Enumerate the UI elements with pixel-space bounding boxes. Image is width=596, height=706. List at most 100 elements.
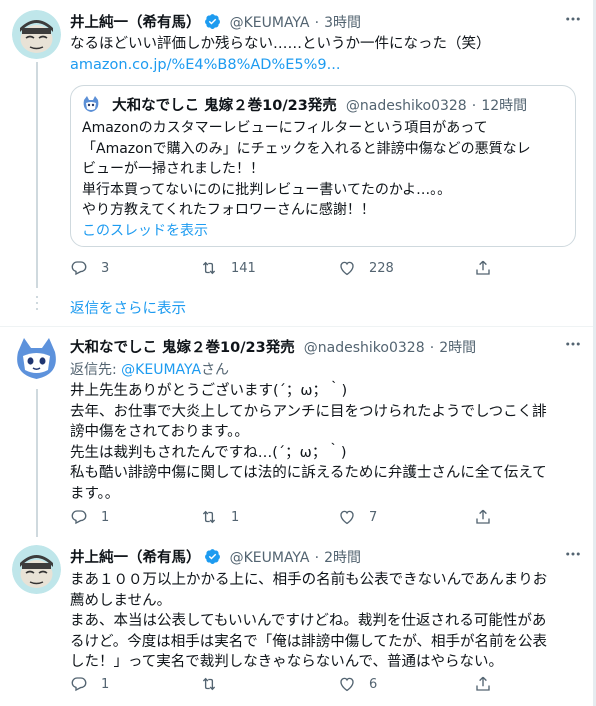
quoted-text-line: ビューが一掃されました！！ [82,161,264,177]
reply1-replying-to: 返信先: @KEUMAYAさん [70,359,229,379]
quoted-author-name: 大和なでしこ 鬼嫁２巻10/23発売 [112,98,337,114]
reply-count: 1 [101,509,110,525]
reply2-header: 井上純一（希有馬） @KEUMAYA · 2時間 [70,546,361,567]
reply1-header: 大和なでしこ 鬼嫁２巻10/23発売 @nadeshiko0328 · 2時間 [70,336,476,357]
quoted-header: 大和なでしこ 鬼嫁２巻10/23発売 @nadeshiko0328 · 12時間 [81,94,527,115]
like-button[interactable]: 6 [338,675,377,693]
reply2-actions: 1 6 [70,675,500,695]
quoted-text-line: Amazonのカスタマーレビューにフィルターという項目があって [82,120,488,136]
quoted-time: 12時間 [481,98,528,114]
thread-connector [36,62,38,288]
reply2-avatar[interactable] [12,545,61,594]
like-count: 228 [369,260,394,276]
verified-icon [204,549,220,564]
author-name[interactable]: 井上純一（希有馬） [70,15,201,31]
quoted-text: Amazonのカスタマーレビューにフィルターという項目があって 「Amazonで… [82,118,531,241]
like-button[interactable]: 228 [338,259,394,277]
reply-icon [71,510,87,525]
verified-icon [204,14,220,29]
reply2-text-line: まあ、本当は公表してもいいんですけどね。裁判を仕返される可能性があ [70,613,547,629]
tweet-link[interactable]: amazon.co.jp/%E4%B8%AD%E5%9... [70,55,491,76]
separator-dot: · [314,550,320,566]
reply2-text: まあ１００万以上かかる上に、相手の名前も公表できないんであんまりお 薦めしません… [70,570,547,673]
reply1-text-line: ます。。 [70,485,120,502]
more-options-button[interactable] [564,545,582,567]
reply1-handle[interactable]: @nadeshiko0328 [304,340,425,356]
retweet-icon [202,510,216,524]
divider [0,326,596,327]
reply1-text-line: 井上先生ありがとうございます(´；ω；｀) [70,383,348,399]
show-thread-link[interactable]: このスレッドを表示 [82,221,531,242]
reply2-text-line: るけど。今度は相手は実名で「俺は誹謗中傷してたが、相手が名前を公表 [70,633,548,650]
show-more-replies-link[interactable]: 返信をさらに表示 [70,297,186,318]
more-options-button[interactable] [564,10,582,32]
reply2-text-line: 薦めしません。 [70,592,172,609]
tweet-header: 井上純一（希有馬） @KEUMAYA · 3時間 [70,11,361,32]
tweet-text: なるほどいい評価しか残らない……というか一件になった（笑） amazon.co.… [70,34,491,75]
more-options-button[interactable] [564,335,582,357]
thread-dots [36,296,38,314]
retweet-button[interactable] [200,675,231,693]
reply1-time[interactable]: 2時間 [439,340,476,356]
quoted-text-line: やり方教えてくれたフォロワーさんに感謝！！ [82,202,375,218]
reply1-text-line: 私も酷い誹謗中傷に関しては法的に訴えるために弁護士さんに全て伝えて [70,465,547,481]
replying-to-label: 返信先: [70,362,122,378]
reply-icon [71,261,87,276]
reply-button[interactable]: 1 [70,675,109,693]
quoted-avatar [81,94,101,114]
like-icon [340,677,354,692]
reply1-text: 井上先生ありがとうございます(´；ω；｀) 去年、お仕事で大炎上してからアンチに… [70,381,547,504]
retweet-icon [202,261,216,275]
separator-dot: · [429,340,435,356]
like-count: 6 [369,676,378,692]
tweet-time[interactable]: 3時間 [324,15,361,31]
tweet-actions: 3 141 228 [70,259,500,279]
reply1-actions: 1 1 7 [70,508,500,528]
share-icon [476,260,490,275]
reply2-text-line: した！」って実名で裁判しなきゃならないんで、普通はやらない。 [70,654,503,670]
like-count: 7 [369,509,378,525]
tweet-text-line: なるほどいい評価しか残らない……というか一件になった（笑） [70,36,491,52]
like-icon [340,510,354,525]
more-icon [566,552,580,556]
reply1-author-name[interactable]: 大和なでしこ 鬼嫁２巻10/23発売 [70,340,295,356]
like-button[interactable]: 7 [338,508,377,526]
retweet-count: 141 [231,260,256,276]
reply-count: 3 [101,260,110,276]
reply2-author-name[interactable]: 井上純一（希有馬） [70,550,201,566]
reply1-avatar[interactable] [12,334,61,383]
reply-button[interactable]: 1 [70,508,109,526]
like-icon [340,261,354,276]
reply-button[interactable]: 3 [70,259,109,277]
author-handle[interactable]: @KEUMAYA [230,15,310,31]
replying-to-suffix: さん [201,362,230,378]
share-button[interactable] [474,675,492,693]
share-icon [476,509,490,524]
author-avatar[interactable] [12,10,61,59]
share-button[interactable] [474,259,492,277]
share-button[interactable] [474,508,492,526]
reply2-handle[interactable]: @KEUMAYA [230,550,310,566]
more-icon [566,17,580,21]
replying-to-handle[interactable]: @KEUMAYA [121,362,201,378]
retweet-button[interactable]: 1 [200,508,239,526]
tweet-thread: { "thread": { "main_tweet": { "author_na… [0,0,596,706]
separator-dot: · [471,98,477,114]
quoted-text-line: 「Amazonで購入のみ」にチェックを入れると誹謗中傷などの悪質なレ [82,140,531,157]
retweet-count: 1 [231,509,240,525]
reply1-text-line: 謗中傷をされております。。 [70,424,249,440]
reply-count: 1 [101,676,110,692]
reply1-text-line: 先生は裁判もされたんですね…(´；ω；｀) [70,444,347,461]
reply2-time[interactable]: 2時間 [324,550,361,566]
quoted-handle: @nadeshiko0328 [345,98,467,114]
quoted-text-line: 単行本買ってないにのに批判レビュー書いてたのかよ…。。 [82,181,452,198]
reply2-text-line: まあ１００万以上かかる上に、相手の名前も公表できないんであんまりお [70,572,548,588]
reply1-text-line: 去年、お仕事で大炎上してからアンチに目をつけられたようでしつこく誹 [70,403,547,420]
share-icon [476,676,490,691]
more-icon [566,342,580,346]
thread-connector [36,389,38,537]
separator-dot: · [314,15,320,31]
reply-icon [71,677,87,692]
retweet-icon [202,677,216,691]
retweet-button[interactable]: 141 [200,259,256,277]
